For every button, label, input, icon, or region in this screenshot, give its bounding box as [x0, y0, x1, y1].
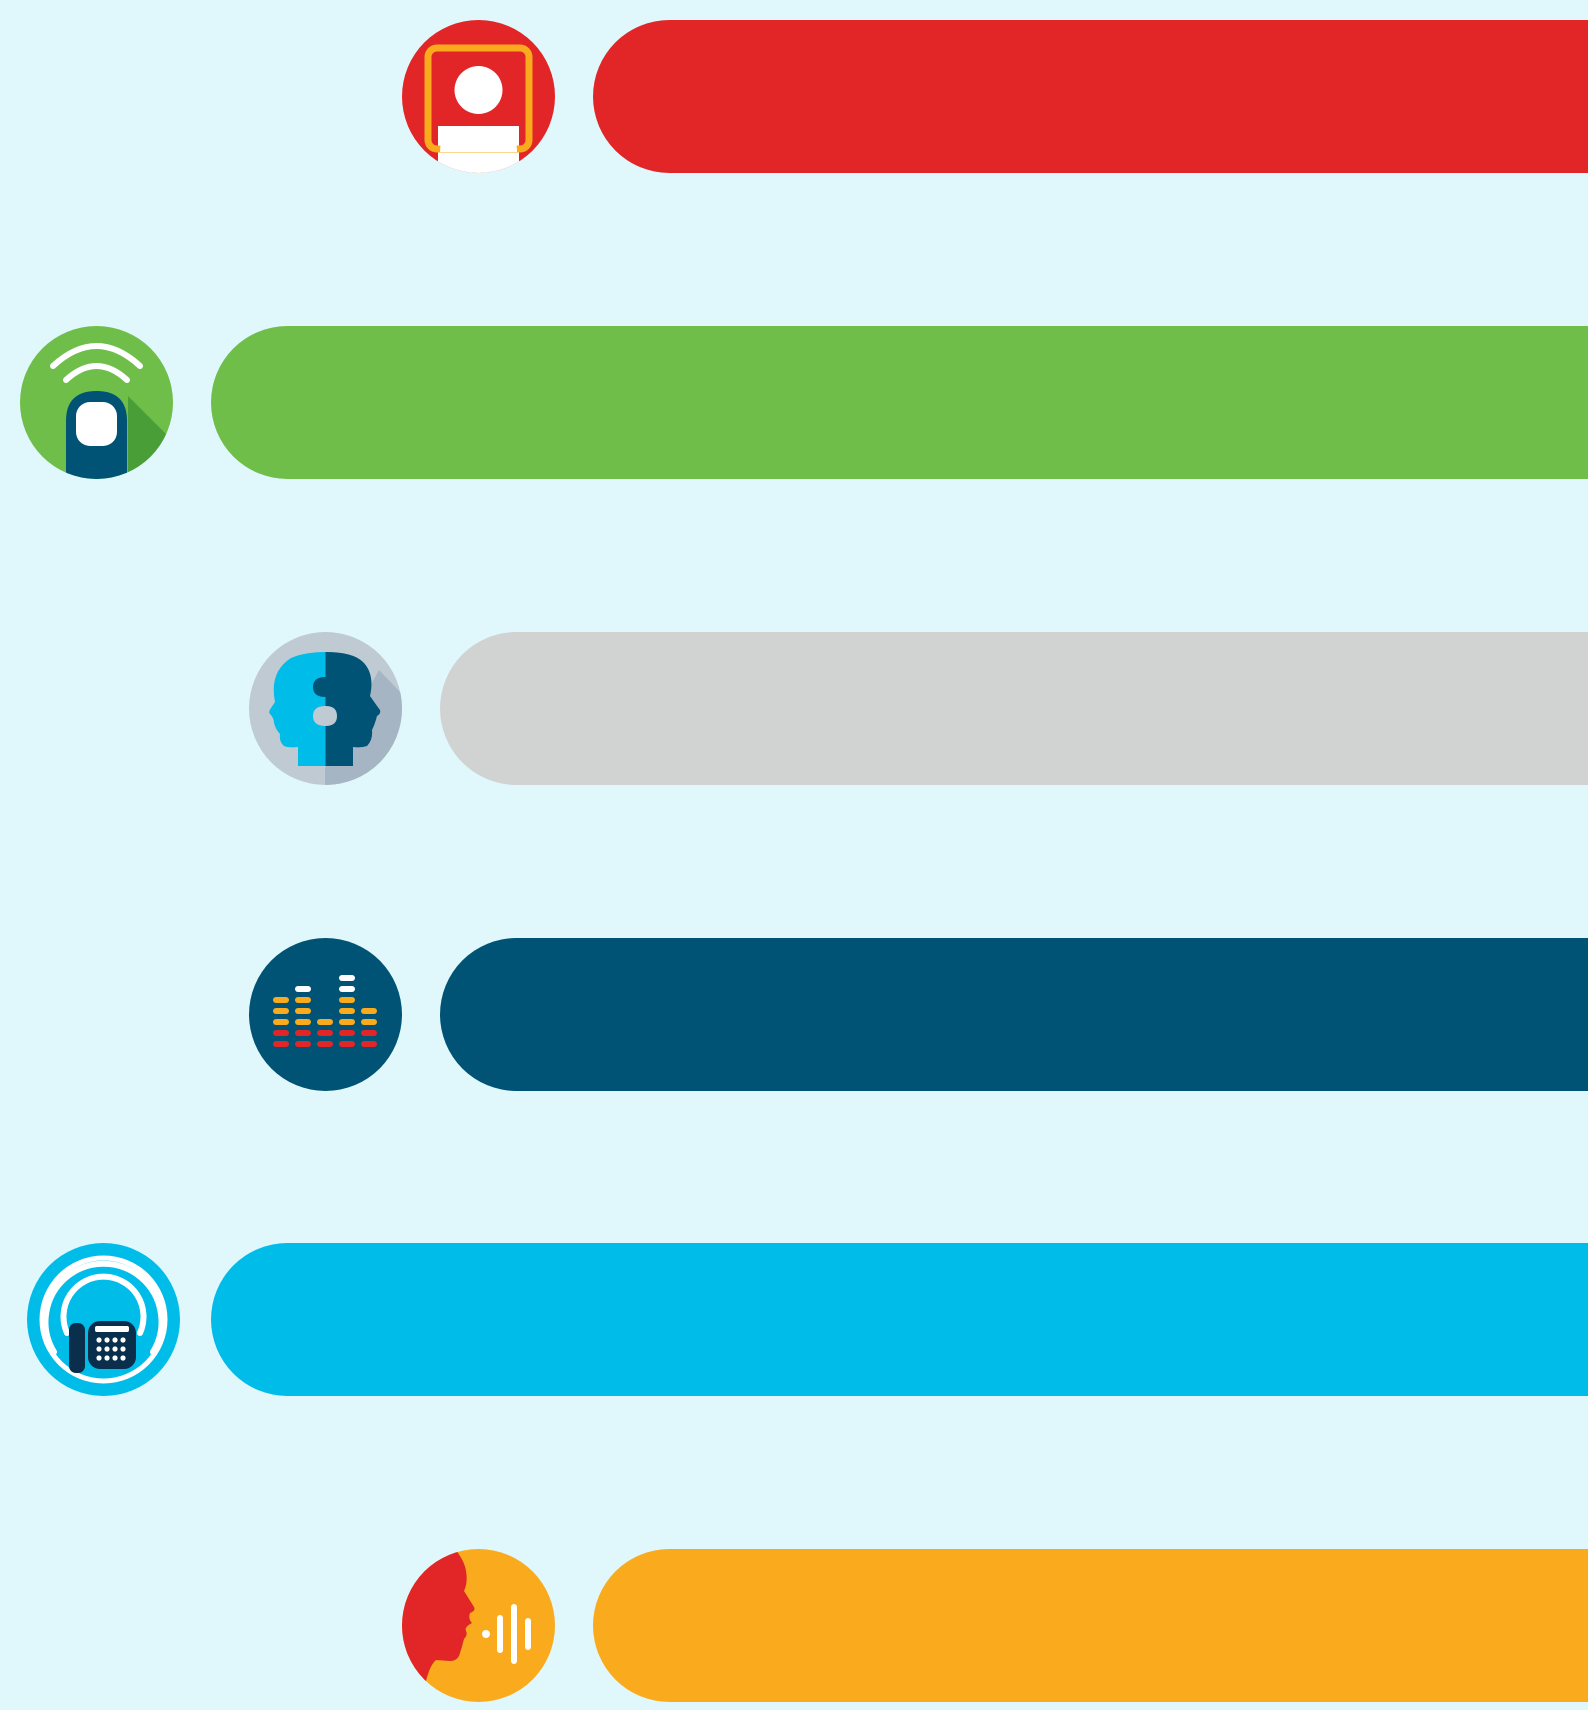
bar-cyan	[211, 1243, 1588, 1396]
puzzle-heads-icon	[249, 632, 402, 785]
row-voice-speech	[0, 1549, 1588, 1702]
bar-orange	[593, 1549, 1588, 1702]
touch-signal-icon	[20, 326, 173, 479]
row-puzzle-heads	[0, 632, 1588, 785]
bar-red	[593, 20, 1588, 173]
user-profile-icon	[402, 20, 555, 173]
row-audio-equalizer	[0, 938, 1588, 1091]
phone-signal-icon	[27, 1243, 180, 1396]
audio-equalizer-icon	[249, 938, 402, 1091]
bar-gray	[440, 632, 1588, 785]
row-touch-signal	[0, 326, 1588, 479]
row-user-profile	[0, 20, 1588, 173]
voice-speech-icon	[402, 1549, 555, 1702]
row-phone-signal	[0, 1243, 1588, 1396]
bar-dark-blue	[440, 938, 1588, 1091]
bar-green	[211, 326, 1588, 479]
